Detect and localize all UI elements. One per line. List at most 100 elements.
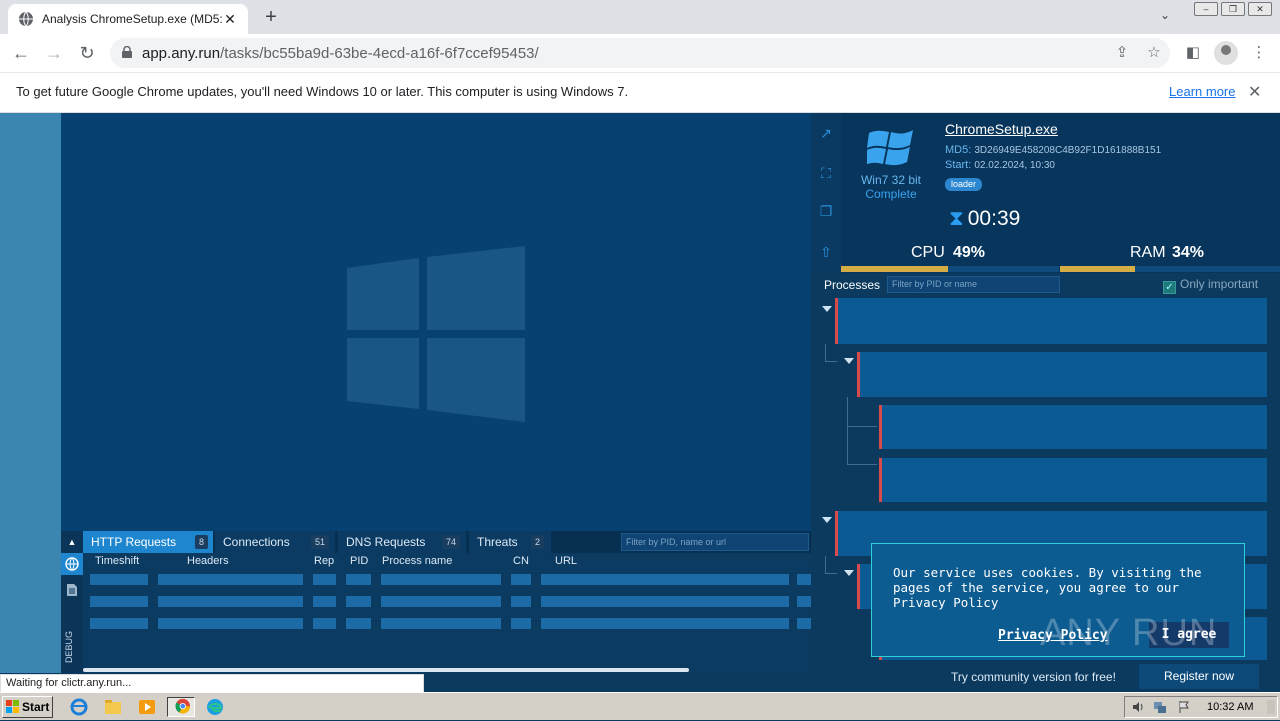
horizontal-scrollbar[interactable] — [83, 668, 689, 672]
task-timer: ⧗ 00:39 — [949, 207, 1021, 230]
profile-avatar[interactable] — [1214, 41, 1238, 65]
col-headers[interactable]: Headers — [187, 555, 229, 567]
resource-gauges: CPU 49% RAM 34% — [841, 240, 1280, 273]
close-window-button[interactable]: ✕ — [1248, 2, 1272, 16]
chrome-taskbar-button[interactable] — [167, 697, 195, 717]
close-tab-icon[interactable]: ✕ — [222, 11, 238, 28]
col-rep[interactable]: Rep — [314, 555, 334, 567]
network-globe-icon[interactable] — [61, 553, 83, 575]
md5-line: MD5: 3D26949E458208C4B92F1D161888B151 — [945, 144, 1162, 156]
tab-dns-requests[interactable]: DNS Requests 74 — [338, 531, 466, 553]
lock-icon — [122, 46, 132, 58]
loading-cell — [797, 596, 811, 607]
edge-icon[interactable] — [204, 697, 226, 717]
loading-cell — [346, 596, 371, 607]
col-url[interactable]: URL — [555, 555, 577, 567]
network-panel: ▲ HTTP Requests 8 Connections 51 DNS Reque… — [61, 531, 811, 673]
tab-search-icon[interactable]: ⌄ — [1160, 8, 1170, 22]
close-infobar-icon[interactable]: ✕ — [1248, 82, 1261, 102]
url-text: app.any.run/tasks/bc55ba9d-63be-4ecd-a16… — [142, 45, 539, 62]
learn-more-link[interactable]: Learn more — [1169, 84, 1235, 99]
copy-text-icon[interactable]: ❐ — [818, 203, 834, 219]
dns-count-badge: 74 — [442, 535, 461, 549]
tab-connections[interactable]: Connections 51 — [215, 531, 335, 553]
task-info: Win7 32 bit Complete ChromeSetup.exe MD5:… — [841, 113, 1280, 240]
new-tab-button[interactable]: + — [258, 4, 284, 30]
action-center-flag-icon[interactable] — [1177, 700, 1191, 714]
expand-arrow-icon[interactable] — [822, 306, 832, 312]
back-icon[interactable]: ← — [10, 42, 32, 64]
globe-icon — [19, 11, 33, 27]
file-name[interactable]: ChromeSetup.exe — [945, 121, 1058, 137]
browser-tab[interactable]: Analysis ChromeSetup.exe (MD5: 3D ✕ — [8, 4, 248, 34]
network-icon[interactable] — [1153, 700, 1167, 714]
file-icon[interactable] — [66, 583, 78, 597]
vm-screen[interactable] — [61, 113, 811, 531]
fullscreen-icon[interactable]: ⛶ — [818, 165, 834, 181]
process-row[interactable] — [835, 298, 1267, 344]
col-cn[interactable]: CN — [513, 555, 529, 567]
internet-explorer-icon[interactable] — [68, 697, 90, 717]
windows-flag-icon — [6, 700, 19, 713]
threats-count-badge: 2 — [531, 535, 545, 549]
tab-threats[interactable]: Threats 2 — [469, 531, 551, 553]
windows-logo-icon — [347, 246, 525, 422]
address-bar[interactable]: app.any.run/tasks/bc55ba9d-63be-4ecd-a16… — [110, 38, 1170, 68]
loading-cell — [158, 574, 303, 585]
start-line: Start: 02.02.2024, 10:30 — [945, 159, 1055, 171]
show-desktop-button[interactable] — [1267, 700, 1275, 714]
side-panel-icon[interactable]: ◧ — [1183, 43, 1203, 63]
expand-arrow-icon[interactable] — [844, 570, 854, 576]
chrome-icon — [175, 698, 191, 714]
open-external-icon[interactable]: ↗ — [818, 125, 834, 141]
cookie-text: Our service uses cookies. By visiting th… — [893, 565, 1202, 610]
register-button[interactable]: Register now — [1139, 664, 1259, 689]
loading-cell — [797, 574, 811, 585]
loader-tag[interactable]: loader — [945, 178, 983, 191]
minimize-button[interactable]: – — [1194, 2, 1218, 16]
system-tray: 10:32 AM — [1124, 696, 1278, 718]
loading-cell — [346, 618, 371, 629]
only-important-toggle[interactable]: ✓ Only important — [1163, 277, 1258, 294]
upload-icon[interactable]: ⇧ — [818, 244, 834, 260]
network-filter-input[interactable]: Filter by PID, name or url — [621, 533, 809, 551]
restore-button[interactable]: ❐ — [1221, 2, 1245, 16]
collapse-panel-icon[interactable]: ▲ — [61, 531, 83, 553]
ram-gauge: RAM 34% — [1060, 240, 1280, 273]
share-icon[interactable]: ⇪ — [1113, 44, 1131, 62]
loading-cell — [346, 574, 371, 585]
forward-icon[interactable]: → — [43, 42, 65, 64]
col-pid[interactable]: PID — [350, 555, 368, 567]
tab-title: Analysis ChromeSetup.exe (MD5: 3D — [42, 12, 222, 26]
process-filter-input[interactable]: Filter by PID or name — [887, 276, 1060, 293]
process-row[interactable] — [857, 352, 1267, 397]
process-row[interactable] — [879, 405, 1267, 449]
expand-arrow-icon[interactable] — [822, 517, 832, 523]
process-row[interactable] — [879, 458, 1267, 502]
start-button[interactable]: Start — [2, 696, 53, 718]
loading-cell — [313, 618, 336, 629]
loading-cell — [158, 618, 303, 629]
debug-label[interactable]: DEBUG — [64, 623, 80, 663]
menu-kebab-icon[interactable]: ⋮ — [1249, 43, 1269, 63]
loading-cell — [90, 574, 148, 585]
media-player-icon[interactable] — [136, 697, 158, 717]
tree-line — [825, 556, 837, 574]
loading-cell — [797, 618, 811, 629]
loading-cell — [541, 574, 789, 585]
expand-arrow-icon[interactable] — [844, 358, 854, 364]
reload-icon[interactable]: ↻ — [76, 42, 98, 64]
volume-icon[interactable] — [1131, 700, 1145, 714]
loading-cell — [313, 574, 336, 585]
loading-cell — [381, 574, 501, 585]
col-timeshift[interactable]: Timeshift — [95, 555, 139, 567]
update-infobar: To get future Google Chrome updates, you… — [0, 72, 1280, 113]
bookmark-star-icon[interactable]: ☆ — [1145, 44, 1163, 62]
clock[interactable]: 10:32 AM — [1207, 701, 1253, 713]
tab-http-requests[interactable]: HTTP Requests 8 — [83, 531, 213, 553]
explorer-folder-icon[interactable] — [102, 697, 124, 717]
os-info: Win7 32 bit Complete — [860, 173, 922, 201]
loading-cell — [541, 618, 789, 629]
loading-cell — [90, 618, 148, 629]
col-process-name[interactable]: Process name — [382, 555, 452, 567]
